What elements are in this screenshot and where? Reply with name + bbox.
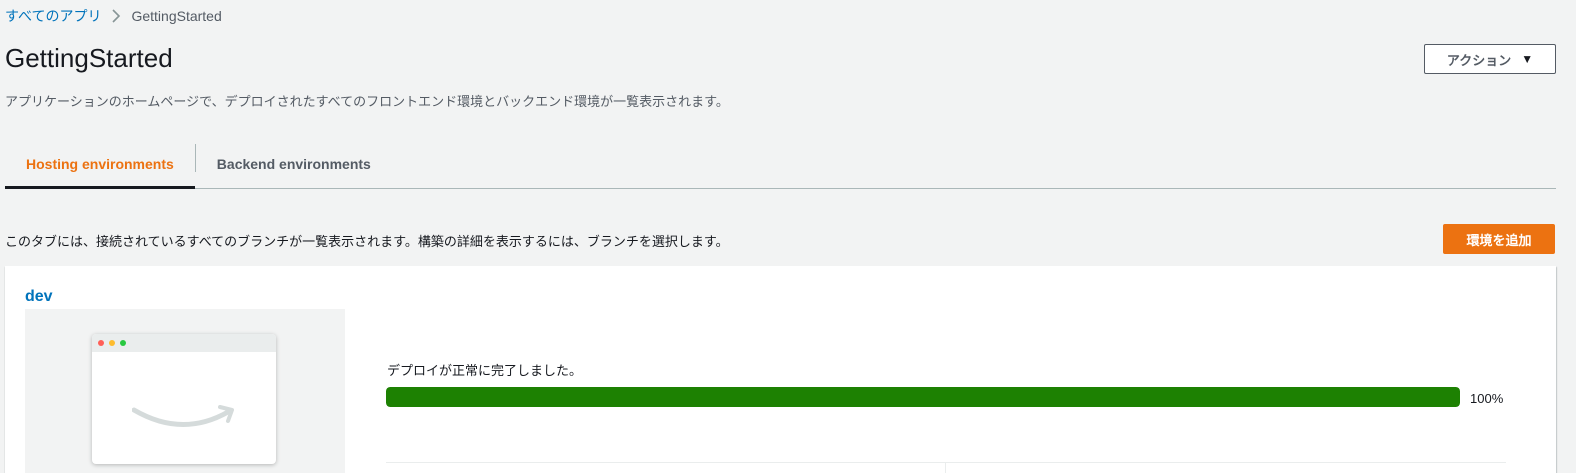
- breadcrumb-current: GettingStarted: [131, 8, 222, 24]
- actions-button-label: アクション: [1446, 52, 1512, 68]
- browser-titlebar: [92, 334, 276, 352]
- breadcrumb: すべてのアプリ GettingStarted: [5, 6, 222, 26]
- branch-name-link[interactable]: dev: [25, 288, 53, 306]
- breadcrumb-all-apps-link[interactable]: すべてのアプリ: [5, 6, 101, 26]
- caret-down-icon: ▼: [1521, 52, 1534, 66]
- tab-backend-environments[interactable]: Backend environments: [196, 140, 392, 188]
- tab-hosting-environments[interactable]: Hosting environments: [5, 140, 195, 189]
- deploy-progress-fill: [386, 387, 1460, 407]
- amazon-smile-icon: [132, 405, 234, 427]
- page-title: GettingStarted: [5, 43, 173, 73]
- branch-card: dev デプロイが正常に完了しました。 100%: [5, 266, 1556, 473]
- card-divider: [386, 462, 1506, 463]
- minimize-dot-icon: [109, 340, 115, 346]
- deploy-progress-percent: 100%: [1470, 391, 1504, 406]
- hosting-tab-info: このタブには、接続されているすべてのブランチが一覧表示されます。構築の詳細を表示…: [5, 234, 729, 249]
- deploy-progress-bar: [386, 387, 1460, 407]
- card-column-divider: [945, 462, 946, 473]
- environment-tabs: Hosting environments Backend environment…: [5, 140, 1556, 189]
- branch-preview-thumbnail[interactable]: [25, 309, 345, 473]
- maximize-dot-icon: [120, 340, 126, 346]
- close-dot-icon: [98, 340, 104, 346]
- browser-window-illustration: [92, 334, 276, 464]
- page-description: アプリケーションのホームページで、デプロイされたすべてのフロントエンド環境とバッ…: [5, 94, 729, 109]
- actions-dropdown-button[interactable]: アクション ▼: [1424, 44, 1556, 74]
- app-page: すべてのアプリ GettingStarted GettingStarted アプ…: [0, 0, 1576, 473]
- add-environment-button[interactable]: 環境を追加: [1443, 224, 1555, 254]
- chevron-right-icon: [111, 9, 121, 23]
- deploy-status-text: デプロイが正常に完了しました。: [387, 363, 583, 378]
